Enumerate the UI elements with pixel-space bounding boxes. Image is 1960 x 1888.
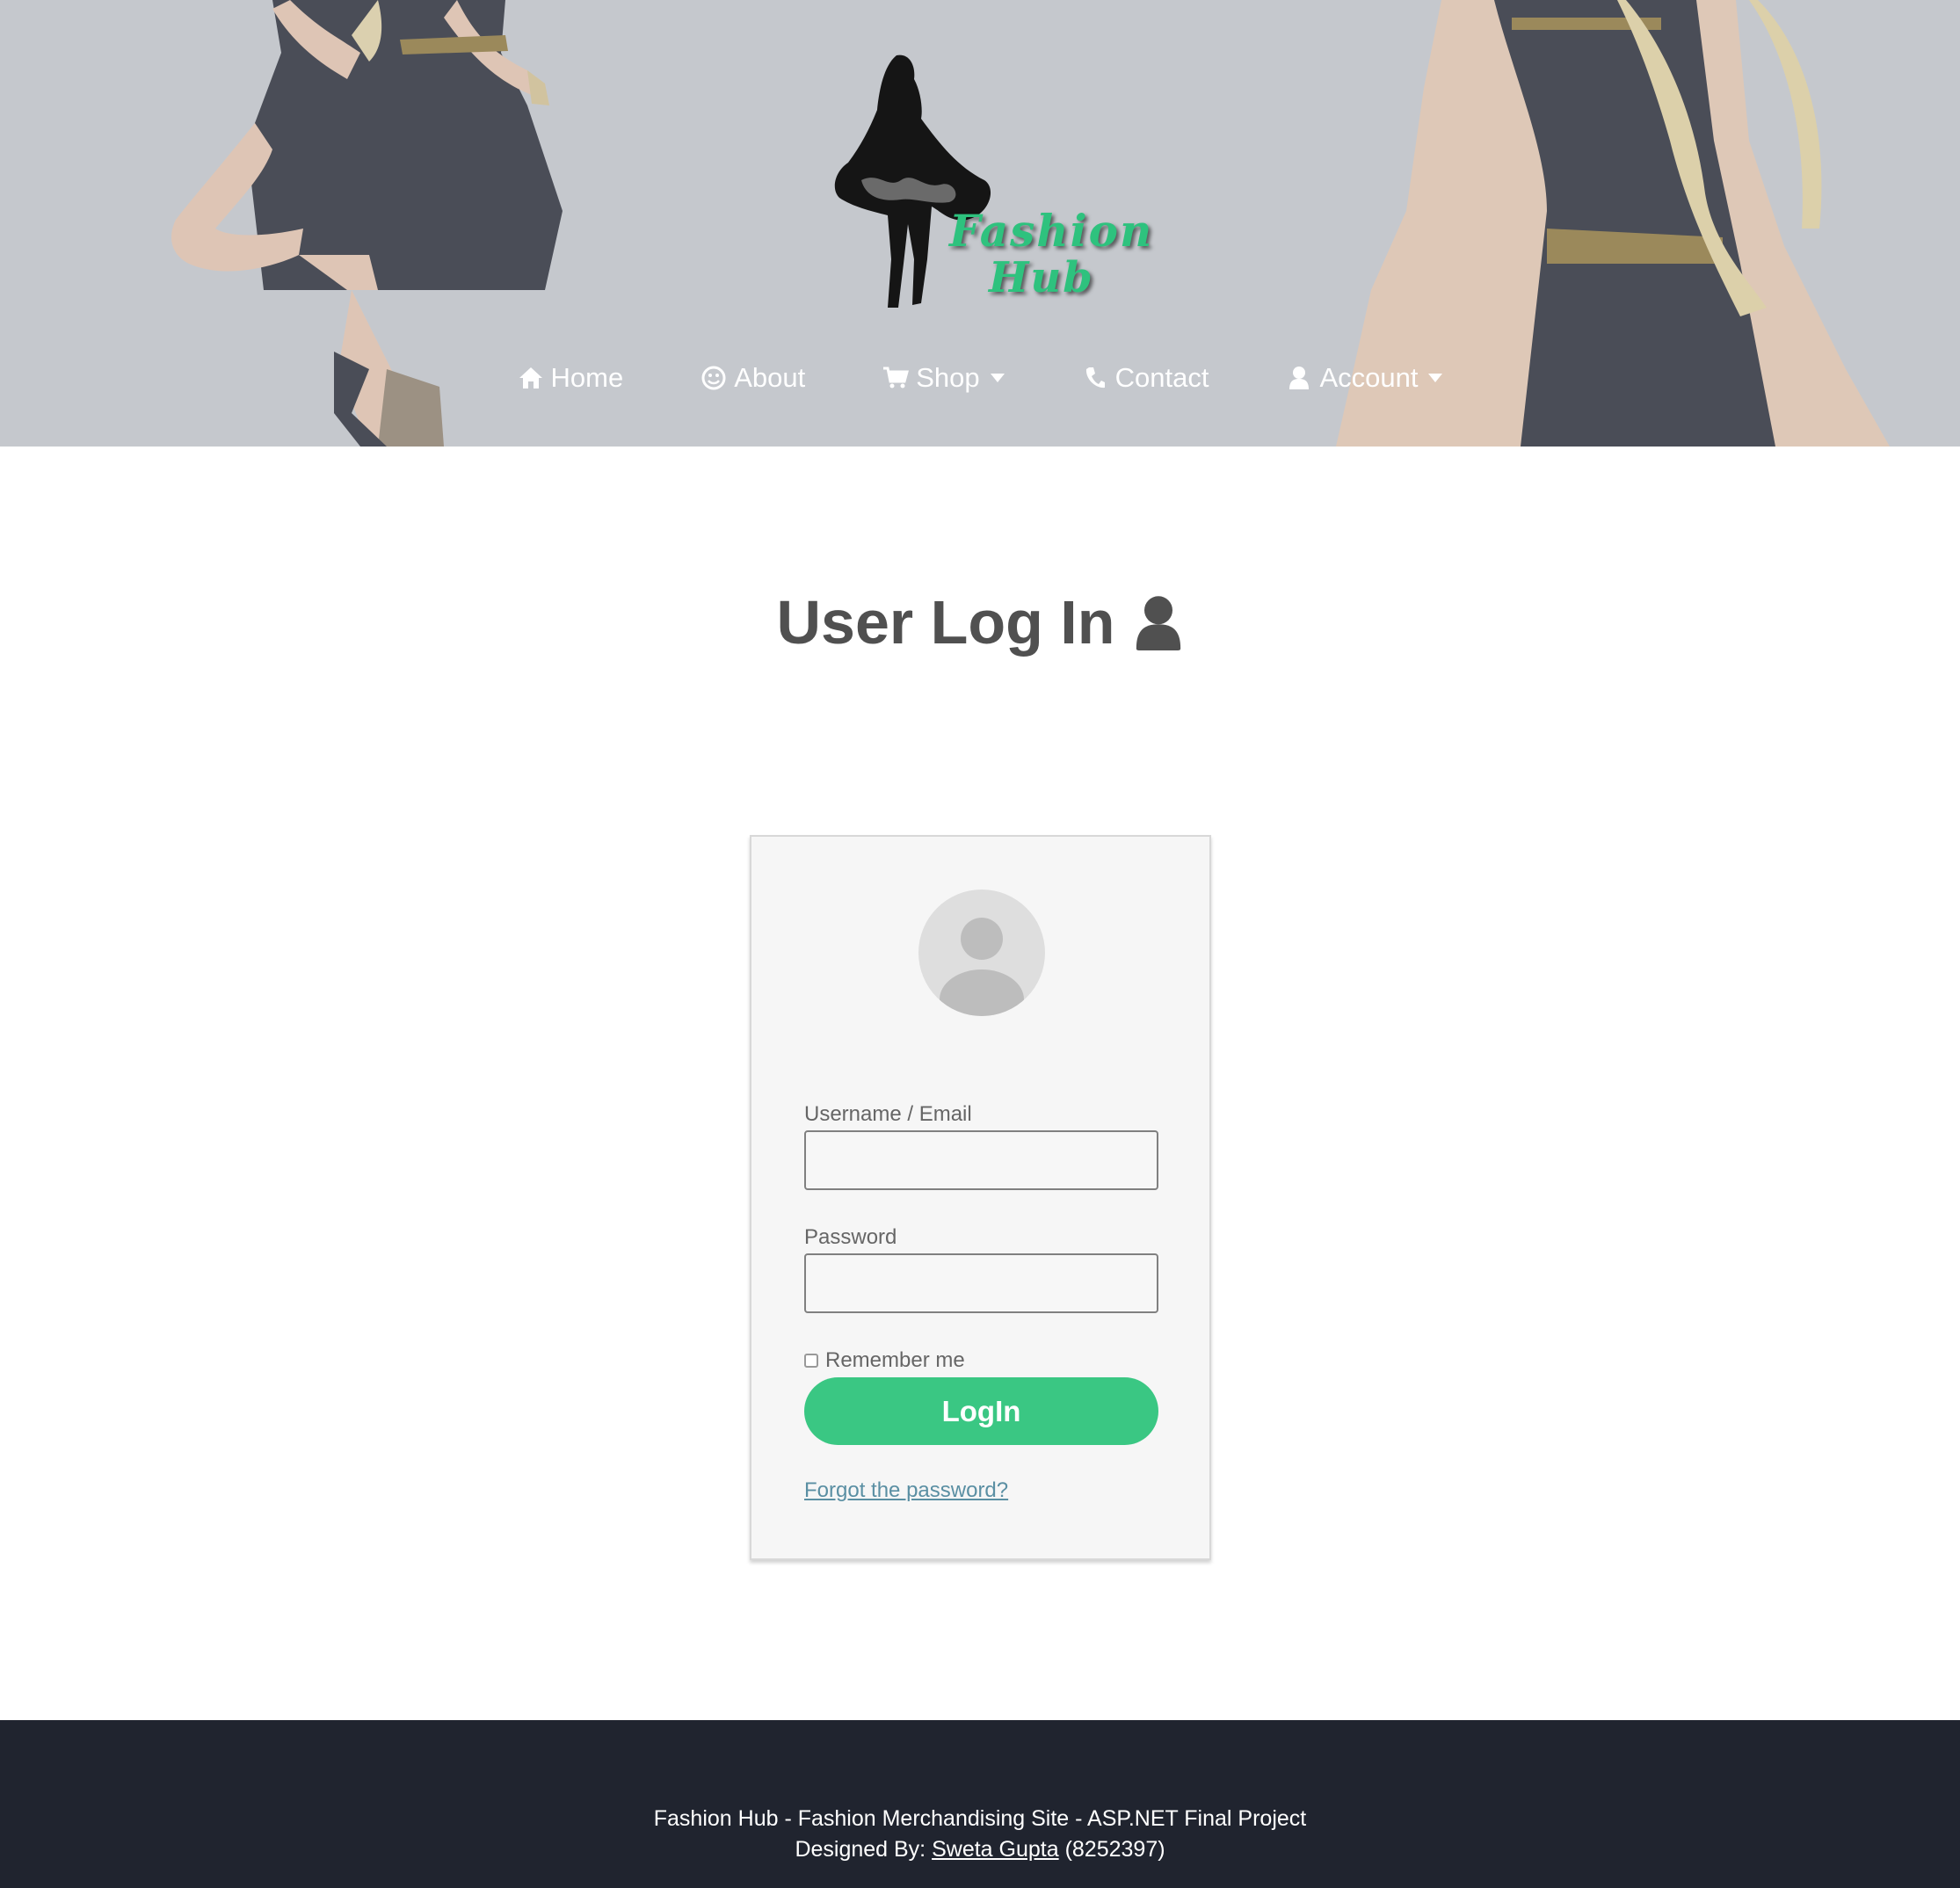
header-banner: Fashion Hub Home About Shop Contact Acco… <box>0 0 1960 447</box>
username-label: Username / Email <box>804 1102 972 1126</box>
remember-me-label: Remember me <box>825 1348 965 1372</box>
phone-icon <box>1082 365 1108 391</box>
nav-label-account: Account <box>1319 362 1419 393</box>
login-card: Username / Email Password Remember me Lo… <box>750 835 1211 1560</box>
user-icon <box>1136 596 1180 650</box>
nav-label-shop: Shop <box>916 362 980 393</box>
nav-item-shop[interactable]: Shop <box>882 362 1005 394</box>
nav-label-contact: Contact <box>1114 362 1209 393</box>
nav-item-account[interactable]: Account <box>1286 362 1443 394</box>
nav-item-about[interactable]: About <box>701 362 805 394</box>
login-button[interactable]: LogIn <box>804 1377 1158 1445</box>
page-title: User Log In <box>0 587 1960 657</box>
avatar-placeholder-icon <box>918 890 1045 1016</box>
home-icon <box>518 365 544 391</box>
designer-link[interactable]: Sweta Gupta <box>932 1837 1059 1862</box>
page-title-text: User Log In <box>776 588 1115 657</box>
remember-me-checkbox[interactable] <box>804 1354 818 1368</box>
nav-label-home: Home <box>550 362 624 393</box>
logo-text-line1: Fashion <box>949 205 1154 257</box>
password-input[interactable] <box>804 1253 1158 1313</box>
nav-item-contact[interactable]: Contact <box>1082 362 1209 394</box>
page: Fashion Hub Home About Shop Contact Acco… <box>0 0 1960 1888</box>
nav-item-home[interactable]: Home <box>518 362 624 394</box>
password-label: Password <box>804 1225 897 1249</box>
footer-designer-id: (8252397) <box>1064 1837 1165 1862</box>
nav-label-about: About <box>734 362 806 393</box>
remember-me-row: Remember me <box>804 1348 965 1373</box>
footer-designed-by: Designed By: <box>795 1837 926 1862</box>
cart-icon <box>882 365 910 391</box>
main-nav: Home About Shop Contact Account <box>0 356 1960 400</box>
chevron-down-icon <box>1428 374 1443 382</box>
footer-credits: Designed By: Sweta Gupta (8252397) <box>0 1837 1960 1863</box>
logo-text-line2: Hub <box>989 253 1094 302</box>
footer-project-text: Fashion Hub - Fashion Merchandising Site… <box>653 1806 1307 1831</box>
chevron-down-icon <box>990 374 1005 382</box>
username-input[interactable] <box>804 1130 1158 1190</box>
smile-icon <box>701 365 727 391</box>
footer: Fashion Hub - Fashion Merchandising Site… <box>0 1720 1960 1888</box>
forgot-password-link[interactable]: Forgot the password? <box>804 1478 1008 1503</box>
user-icon <box>1286 365 1312 391</box>
site-logo[interactable]: Fashion Hub <box>817 48 1151 321</box>
